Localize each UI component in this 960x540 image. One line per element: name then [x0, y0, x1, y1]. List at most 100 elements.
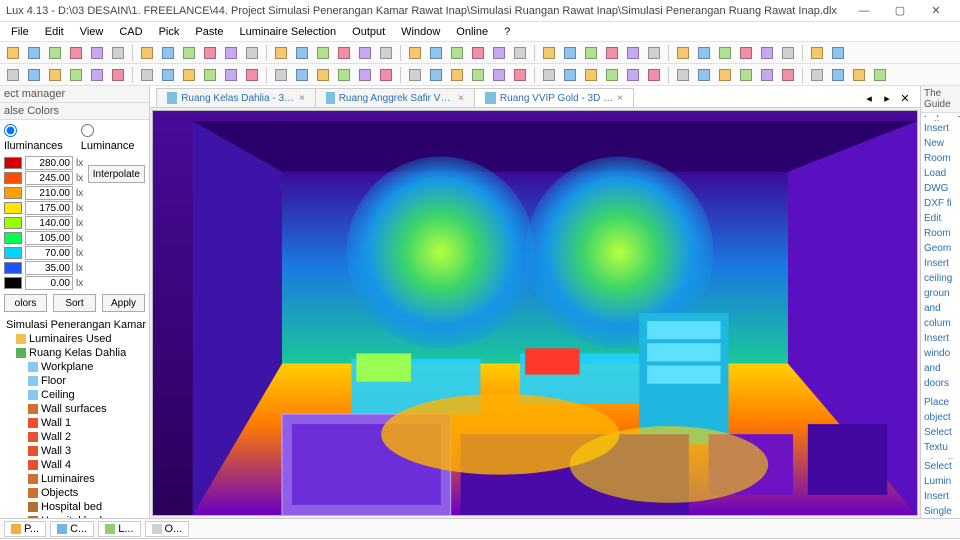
color-swatch[interactable]	[4, 172, 22, 184]
toolbar-button[interactable]	[850, 66, 868, 84]
toolbar-button[interactable]	[540, 66, 558, 84]
toolbar-button[interactable]	[293, 44, 311, 62]
tree-item[interactable]: Floor	[2, 374, 147, 388]
toolbar-button[interactable]	[758, 44, 776, 62]
level-input[interactable]	[25, 261, 73, 275]
tree-item[interactable]: Objects	[2, 486, 147, 500]
project-tree[interactable]: Simulasi Penerangan Kamar Rumah SakitLum…	[0, 316, 149, 518]
tree-item[interactable]: Wall 2	[2, 430, 147, 444]
toolbar-button[interactable]	[138, 66, 156, 84]
guide-link[interactable]: Single	[921, 504, 960, 518]
toolbar-button[interactable]	[695, 66, 713, 84]
toolbar-button[interactable]	[25, 44, 43, 62]
toolbar-button[interactable]	[272, 66, 290, 84]
toolbar-button[interactable]	[561, 66, 579, 84]
tree-item[interactable]: Wall 4	[2, 458, 147, 472]
tabs-prev-icon[interactable]: ◂	[860, 89, 878, 107]
toolbar-button[interactable]	[272, 44, 290, 62]
document-tab[interactable]: Ruang VVIP Gold - 3D View×	[474, 88, 634, 107]
toolbar-button[interactable]	[180, 66, 198, 84]
toolbar-button[interactable]	[159, 66, 177, 84]
tab-close-icon[interactable]: ×	[617, 93, 623, 104]
tree-root[interactable]: Simulasi Penerangan Kamar Rumah Sakit	[2, 318, 147, 332]
tree-item[interactable]: Wall surfaces	[2, 402, 147, 416]
toolbar-button[interactable]	[314, 44, 332, 62]
guide-link[interactable]: doors	[921, 376, 960, 391]
level-input[interactable]	[25, 231, 73, 245]
guide-link[interactable]: Place	[921, 395, 960, 410]
toolbar-button[interactable]	[511, 66, 529, 84]
color-swatch[interactable]	[4, 187, 22, 199]
toolbar-button[interactable]	[377, 66, 395, 84]
tree-item[interactable]: Hospital bed	[2, 514, 147, 518]
menu-window[interactable]: Window	[394, 24, 447, 40]
toolbar-button[interactable]	[582, 66, 600, 84]
tabs-close-icon[interactable]: ✕	[896, 89, 914, 107]
guide-link[interactable]: DXF fi	[921, 196, 960, 211]
guide-link[interactable]: Lumin	[921, 474, 960, 489]
toolbar-button[interactable]	[448, 66, 466, 84]
document-tab[interactable]: Ruang Kelas Dahlia - 3D View×	[156, 88, 316, 107]
toolbar-button[interactable]	[335, 66, 353, 84]
guide-link[interactable]: Insert	[921, 331, 960, 346]
toolbar-button[interactable]	[377, 44, 395, 62]
color-swatch[interactable]	[4, 157, 22, 169]
toolbar-button[interactable]	[222, 66, 240, 84]
toolbar-button[interactable]	[46, 44, 64, 62]
color-swatch[interactable]	[4, 232, 22, 244]
menu-paste[interactable]: Paste	[188, 24, 230, 40]
toolbar-button[interactable]	[511, 44, 529, 62]
tree-item[interactable]: Workplane	[2, 360, 147, 374]
toolbar-button[interactable]	[624, 66, 642, 84]
toolbar-button[interactable]	[427, 44, 445, 62]
guide-link[interactable]: Room	[921, 151, 960, 166]
bottom-tab[interactable]: O...	[145, 521, 190, 537]
guide-link[interactable]: and	[921, 361, 960, 376]
level-input[interactable]	[25, 171, 73, 185]
color-swatch[interactable]	[4, 202, 22, 214]
tree-item[interactable]: Hospital bed	[2, 500, 147, 514]
toolbar-button[interactable]	[737, 66, 755, 84]
toolbar-button[interactable]	[448, 44, 466, 62]
toolbar-button[interactable]	[490, 44, 508, 62]
toolbar-button[interactable]	[695, 44, 713, 62]
tree-item[interactable]: Wall 3	[2, 444, 147, 458]
close-button[interactable]: ✕	[918, 4, 954, 17]
toolbar-button[interactable]	[829, 44, 847, 62]
bottom-tab[interactable]: P...	[4, 521, 46, 537]
toolbar-button[interactable]	[582, 44, 600, 62]
guide-link[interactable]: Insert	[921, 489, 960, 504]
bottom-tab[interactable]: C...	[50, 521, 94, 537]
level-input[interactable]	[25, 156, 73, 170]
toolbar-button[interactable]	[829, 66, 847, 84]
level-input[interactable]	[25, 216, 73, 230]
guide-link[interactable]: Geom	[921, 241, 960, 256]
bottom-tab[interactable]: L...	[98, 521, 140, 537]
guide-link[interactable]: windo	[921, 346, 960, 361]
toolbar-button[interactable]	[469, 66, 487, 84]
toolbar-button[interactable]	[645, 44, 663, 62]
colors-button[interactable]: olors	[4, 294, 47, 312]
toolbar-button[interactable]	[779, 44, 797, 62]
guide-link[interactable]: DWG	[921, 181, 960, 196]
toolbar-button[interactable]	[138, 44, 156, 62]
document-tab[interactable]: Ruang Anggrek Safir VVIP - 3D Vi...×	[315, 88, 475, 107]
toolbar-button[interactable]	[356, 44, 374, 62]
toolbar-button[interactable]	[67, 66, 85, 84]
interpolate-button[interactable]: Interpolate	[88, 165, 145, 183]
tree-item[interactable]: Ceiling	[2, 388, 147, 402]
toolbar-button[interactable]	[222, 44, 240, 62]
tabs-next-icon[interactable]: ▸	[878, 89, 896, 107]
guide-link[interactable]: Select	[921, 425, 960, 440]
toolbar-button[interactable]	[25, 66, 43, 84]
toolbar-button[interactable]	[716, 66, 734, 84]
toolbar-button[interactable]	[335, 44, 353, 62]
tree-item[interactable]: Wall 1	[2, 416, 147, 430]
menu-output[interactable]: Output	[345, 24, 392, 40]
toolbar-button[interactable]	[109, 44, 127, 62]
toolbar-button[interactable]	[314, 66, 332, 84]
toolbar-button[interactable]	[490, 66, 508, 84]
menu-luminaireselection[interactable]: Luminaire Selection	[233, 24, 344, 40]
luminance-radio[interactable]: Luminance	[81, 124, 145, 152]
apply-button[interactable]: Apply	[102, 294, 145, 312]
